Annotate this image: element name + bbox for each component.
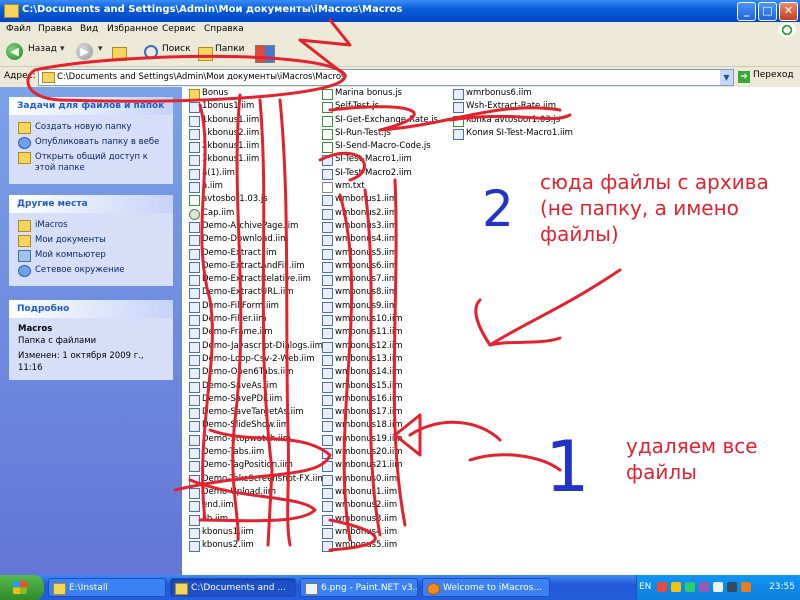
task-imacros-browser[interactable]: Welcome to iMacros... [422, 578, 550, 597]
task-paint-net[interactable]: 6.png - Paint.NET v3... [300, 578, 418, 597]
tray-app-icon[interactable] [685, 582, 695, 592]
task-install-folder[interactable]: E:\Install [48, 578, 166, 597]
language-indicator[interactable]: EN [639, 582, 651, 592]
windows-flag-icon [13, 581, 27, 594]
clock: 23:55 [769, 582, 795, 592]
tray-app-icon[interactable] [713, 582, 723, 592]
task-macros-folder[interactable]: C:\Documents and ... [170, 578, 296, 597]
tray-app-icon[interactable] [657, 582, 667, 592]
system-tray: EN 23:55 [636, 575, 800, 600]
paint-icon [305, 583, 318, 595]
tray-app-icon[interactable] [727, 582, 737, 592]
folder-icon [53, 583, 66, 595]
tray-app-icon[interactable] [741, 582, 751, 592]
folder-icon [175, 583, 188, 595]
firefox-icon [427, 583, 440, 595]
start-button[interactable] [0, 575, 44, 600]
taskbar: E:\Install C:\Documents and ... 6.png - … [0, 575, 800, 600]
red-scribble-overlay [26, 18, 622, 552]
tray-app-icon[interactable] [671, 582, 681, 592]
tray-app-icon[interactable] [699, 582, 709, 592]
